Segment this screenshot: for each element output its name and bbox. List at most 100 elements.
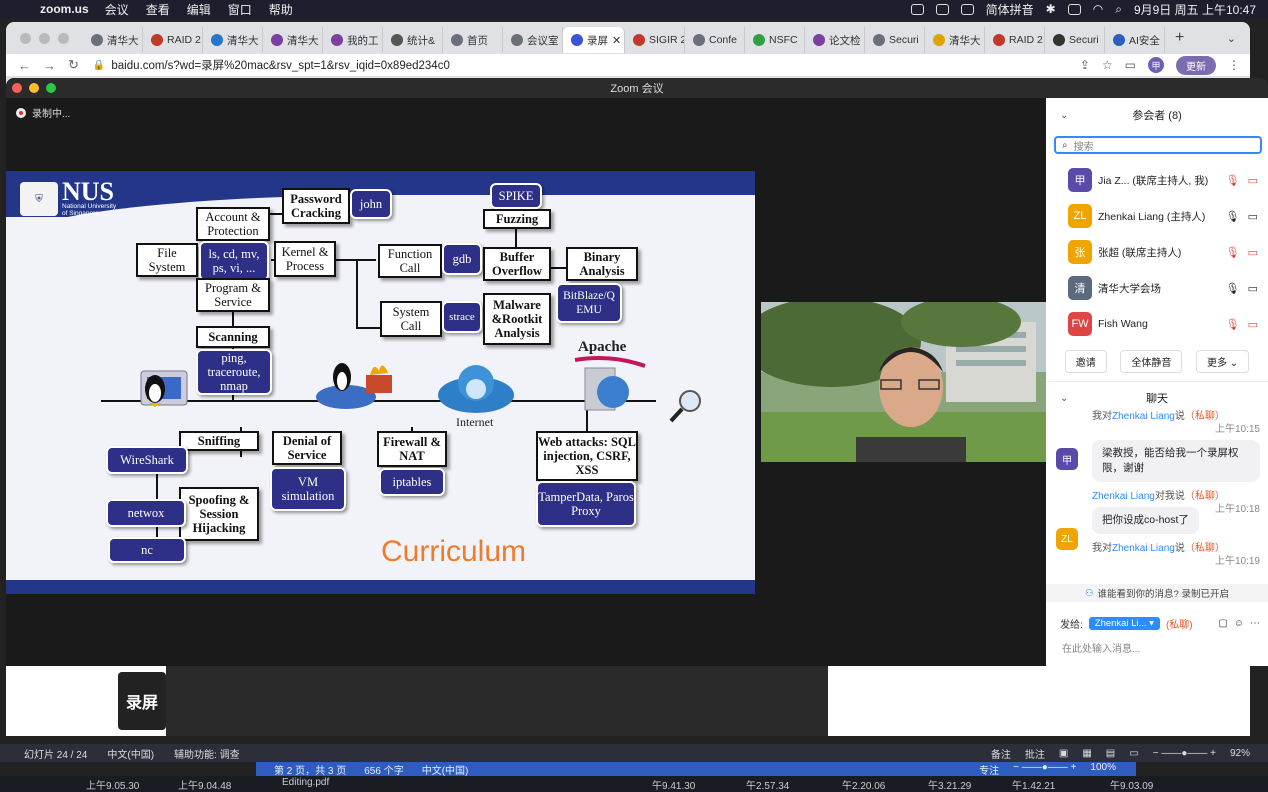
desktop-file-label[interactable]: 上午9.04.48 (178, 777, 231, 792)
close-dot[interactable] (20, 32, 31, 44)
chat-sender[interactable]: Zhenkai Liang (1112, 543, 1175, 554)
zoom-slider[interactable]: − ——●—— + (1013, 762, 1076, 777)
participants-header[interactable]: ⌄ 参会者 (8) (1046, 98, 1268, 132)
participant-search[interactable]: ⌕ 搜索 (1054, 136, 1262, 154)
browser-tab[interactable]: 我的工 (323, 27, 383, 53)
more-button[interactable]: 更多 ⌄ (1196, 350, 1250, 373)
browser-tab[interactable]: 论文检 (805, 27, 865, 53)
browser-tab[interactable]: AI安全 (1105, 27, 1165, 53)
desktop-file-label[interactable]: 午3.21.29 (928, 777, 971, 792)
browser-tab[interactable]: RAID 2 (985, 27, 1045, 53)
zoom-level[interactable]: 92% (1230, 748, 1250, 759)
participant-row[interactable]: FW Fish Wang 🎙 ▭ (1046, 306, 1268, 342)
browser-tab[interactable]: 录屏 ✕ (563, 27, 625, 53)
mic-icon[interactable]: 🎙 (1226, 282, 1240, 295)
status-icon[interactable] (935, 3, 949, 15)
star-icon[interactable]: ☆ (1102, 58, 1113, 72)
profile-avatar[interactable]: 甲 (1148, 57, 1164, 73)
chat-sender[interactable]: Zhenkai Liang (1092, 491, 1155, 502)
invite-button[interactable]: 邀请 (1064, 350, 1107, 373)
datetime[interactable]: 9月9日 周五 上午10:47 (1134, 1, 1256, 18)
reload-icon[interactable]: ↻ (68, 57, 79, 73)
mic-icon[interactable]: 🎙 (1226, 210, 1240, 223)
participant-row[interactable]: 张张超 (联席主持人) 🎙 ▭ (1046, 234, 1268, 270)
chat-visibility-notice[interactable]: ⚇ 谁能看到你的消息? 录制已开启 (1046, 584, 1268, 602)
speaker-video[interactable] (761, 302, 1046, 462)
wifi-icon[interactable]: ◠ (1093, 2, 1103, 16)
menu-meeting[interactable]: 会议 (105, 1, 129, 18)
participant-row[interactable]: 清清华大学会场 🎙 ▭ (1046, 270, 1268, 306)
chevron-down-icon[interactable]: ⌄ (1060, 393, 1068, 404)
comments-button[interactable]: 批注 (1025, 746, 1045, 761)
accessibility-status[interactable]: 辅助功能: 调查 (174, 746, 240, 761)
chevron-down-icon[interactable]: ⌄ (1227, 32, 1236, 45)
reading-view-icon[interactable]: ▤ (1106, 748, 1115, 759)
recording-thumbnail[interactable]: 录屏 (118, 672, 166, 730)
status-icon[interactable] (910, 3, 924, 15)
chat-sender[interactable]: Zhenkai Liang (1112, 411, 1175, 422)
chevron-down-icon[interactable]: ⌄ (1060, 110, 1068, 121)
word-language[interactable]: 中文(中国) (422, 762, 469, 777)
back-icon[interactable]: ← (18, 58, 31, 73)
video-off-icon[interactable]: ▭ (1248, 318, 1258, 331)
url-text[interactable]: baidu.com/s?wd=录屏%20mac&rsv_spt=1&rsv_iq… (111, 57, 449, 73)
browser-tab[interactable]: RAID 2 (143, 27, 203, 53)
browser-tab[interactable]: Securi (1045, 27, 1105, 53)
sorter-view-icon[interactable]: ▦ (1082, 748, 1091, 759)
desktop-file-label[interactable]: 午1.42.21 (1012, 777, 1055, 792)
recording-indicator[interactable]: 录制中... (16, 105, 70, 120)
battery-icon[interactable] (1067, 3, 1081, 15)
video-icon[interactable]: ▭ (1248, 282, 1258, 295)
desktop-file-label[interactable]: 午2.20.06 (842, 777, 885, 792)
slideshow-icon[interactable]: ▭ (1129, 748, 1138, 759)
close-dot[interactable] (12, 83, 22, 93)
browser-tab[interactable]: 统计& (383, 27, 443, 53)
close-tab-icon[interactable]: ✕ (612, 34, 621, 47)
share-icon[interactable]: ⇪ (1080, 58, 1090, 72)
wechat-icon[interactable] (960, 3, 974, 15)
mic-muted-icon[interactable]: 🎙 (1226, 246, 1240, 259)
focus-button[interactable]: 专注 (979, 762, 999, 777)
search-icon[interactable]: ⌕ (1115, 2, 1122, 17)
send-to-dropdown[interactable]: Zhenkai Li... ▾ (1088, 617, 1160, 630)
browser-tab[interactable]: Confe (685, 27, 745, 53)
sidebar-icon[interactable]: ▭ (1125, 58, 1136, 72)
minimize-dot[interactable] (39, 32, 50, 44)
browser-tab[interactable]: NSFC (745, 27, 805, 53)
forward-icon[interactable]: → (43, 58, 56, 73)
zoom-dot[interactable] (58, 32, 69, 44)
bluetooth-icon[interactable]: ✱ (1046, 2, 1056, 16)
browser-tab[interactable]: 首页 (443, 27, 503, 53)
video-off-icon[interactable]: ▭ (1248, 174, 1258, 187)
more-icon[interactable]: ⋮ (1228, 58, 1240, 72)
language-status[interactable]: 中文(中国) (107, 746, 154, 761)
notes-button[interactable]: 备注 (991, 746, 1011, 761)
mic-muted-icon[interactable]: 🎙 (1226, 318, 1240, 331)
new-tab-icon[interactable]: + (1175, 29, 1184, 47)
browser-tab[interactable]: 清华大 (83, 27, 143, 53)
browser-tab[interactable]: SIGIR 2 (625, 27, 685, 53)
normal-view-icon[interactable]: ▣ (1059, 748, 1068, 759)
address-bar[interactable]: 🔒 baidu.com/s?wd=录屏%20mac&rsv_spt=1&rsv_… (93, 56, 453, 74)
input-method[interactable]: 简体拼音 (986, 1, 1034, 18)
update-button[interactable]: 更新 (1176, 55, 1216, 75)
menu-view[interactable]: 查看 (146, 1, 170, 18)
zoom-slider[interactable]: − ——●—— + (1153, 748, 1216, 759)
word-zoom-level[interactable]: 100% (1090, 762, 1116, 777)
desktop-file-label[interactable]: 午9.03.09 (1110, 777, 1153, 792)
menu-help[interactable]: 帮助 (269, 1, 293, 18)
chat-input[interactable]: 在此处输入消息... (1062, 640, 1140, 655)
mic-muted-icon[interactable]: 🎙 (1226, 174, 1240, 187)
desktop-file-label[interactable]: 上午9.05.30 (86, 777, 139, 792)
desktop-file-label[interactable]: 午9.41.30 (652, 777, 695, 792)
participant-row[interactable]: ZL Zhenkai Liang (主持人) 🎙 ▭ (1046, 198, 1268, 234)
emoji-icon[interactable]: ☺ (1234, 618, 1244, 629)
participant-row[interactable]: 甲 Jia Z... (联席主持人, 我) 🎙 ▭ (1046, 162, 1268, 198)
more-icon[interactable]: ⋯ (1250, 618, 1260, 629)
video-icon[interactable]: ▭ (1248, 210, 1258, 223)
menu-window[interactable]: 窗口 (228, 1, 252, 18)
desktop-file-label[interactable]: 午2.57.34 (746, 777, 789, 792)
app-name[interactable]: zoom.us (40, 2, 89, 16)
chat-header[interactable]: ⌄ 聊天 (1046, 386, 1268, 410)
mute-all-button[interactable]: 全体静音 (1120, 350, 1183, 373)
